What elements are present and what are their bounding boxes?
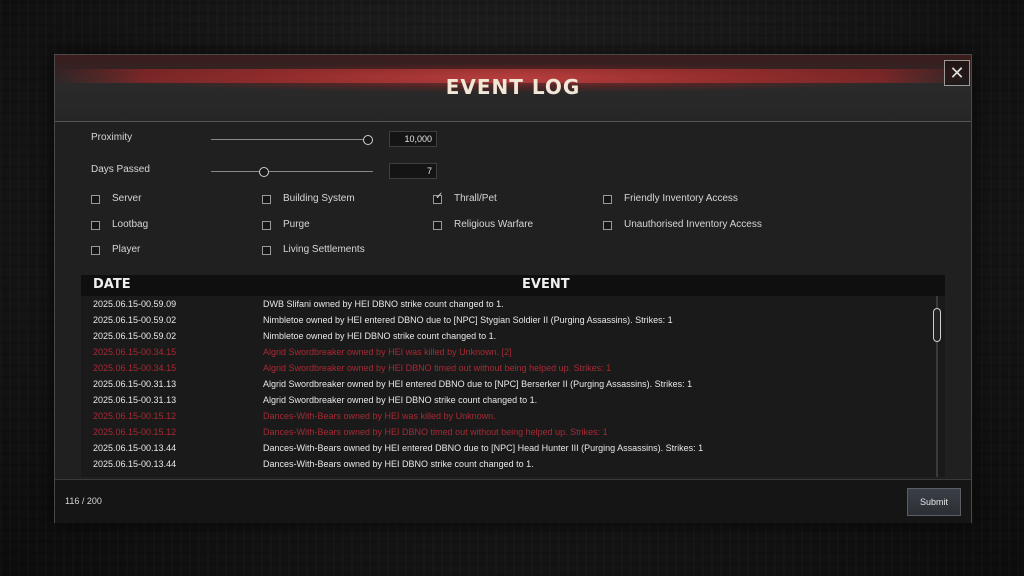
checkmark-icon: ✓ <box>435 191 444 202</box>
filter-label: Building System <box>283 193 355 204</box>
days-passed-slider[interactable] <box>211 167 373 177</box>
event-log-panel: EVENT LOG ✕ Proximity Days Passed Server… <box>54 54 972 523</box>
row-date: 2025.06.15-00.34.15 <box>93 363 177 373</box>
checkbox[interactable] <box>91 246 100 255</box>
table-row: 2025.06.15-00.59.09 DWB Slifani owned by … <box>81 296 933 312</box>
proximity-slider[interactable] <box>211 135 374 145</box>
table-header: DATE EVENT <box>81 275 945 296</box>
checkbox[interactable] <box>603 221 612 230</box>
event-count: 116 / 200 <box>65 496 102 506</box>
checkbox[interactable] <box>262 246 271 255</box>
row-date: 2025.06.15-00.31.13 <box>93 379 177 389</box>
proximity-slider-handle[interactable] <box>363 135 374 145</box>
row-event: Algrid Swordbreaker owned by HEI was kil… <box>263 347 512 357</box>
row-date: 2025.06.15-00.13.44 <box>93 459 177 469</box>
proximity-slider-row: Proximity <box>55 129 971 151</box>
checkbox[interactable] <box>433 221 442 230</box>
row-date: 2025.06.15-00.31.13 <box>93 395 177 405</box>
days-passed-slider-handle[interactable] <box>259 167 270 177</box>
checkbox[interactable] <box>91 221 100 230</box>
checkbox[interactable] <box>262 195 271 204</box>
submit-button[interactable]: Submit <box>907 488 961 516</box>
filter-label: Thrall/Pet <box>454 193 497 204</box>
scrollbar-thumb[interactable] <box>933 307 941 342</box>
proximity-label: Proximity <box>91 132 133 143</box>
table-row: 2025.06.15-00.31.13 Algrid Swordbreaker o… <box>81 392 933 408</box>
row-date: 2025.06.15-00.15.12 <box>93 411 177 421</box>
event-log-table: DATE EVENT 2025.06.15-00.59.09 DWB Slifan… <box>81 275 945 477</box>
filter-label: Player <box>112 244 141 255</box>
row-event: Dances-With-Bears owned by HEI DBNO stri… <box>263 459 534 469</box>
row-event: Dances-With-Bears owned by HEI entered D… <box>263 443 704 453</box>
table-row: 2025.06.15-00.13.44 Dances-With-Bears own… <box>81 440 933 456</box>
close-icon: ✕ <box>949 63 965 83</box>
row-date: 2025.06.15-00.13.44 <box>93 443 177 453</box>
days-passed-slider-row: Days Passed <box>55 161 971 183</box>
row-event: Dances-With-Bears owned by HEI DBNO time… <box>263 427 608 437</box>
filter-label: Unauthorised Inventory Access <box>624 219 762 230</box>
column-header-date: DATE <box>93 277 131 292</box>
row-date: 2025.06.15-00.59.02 <box>93 315 177 325</box>
filter-label: Living Settlements <box>283 244 365 255</box>
row-date: 2025.06.15-00.59.02 <box>93 331 177 341</box>
filter-label: Lootbag <box>112 219 149 230</box>
table-row: 2025.06.15-00.15.12 Dances-With-Bears own… <box>81 408 933 424</box>
table-row: 2025.06.15-00.34.15 Algrid Swordbreaker o… <box>81 344 933 360</box>
proximity-input[interactable] <box>389 131 437 147</box>
panel-header: EVENT LOG ✕ <box>55 55 971 122</box>
column-header-event: EVENT <box>522 277 570 292</box>
row-event: Algrid Swordbreaker owned by HEI entered… <box>263 379 693 389</box>
row-event: DWB Slifani owned by HEI DBNO strike cou… <box>263 299 504 309</box>
panel-title: EVENT LOG <box>445 75 581 99</box>
table-row: 2025.06.15-00.13.44 Dances-With-Bears own… <box>81 456 933 472</box>
close-button[interactable]: ✕ <box>944 60 970 86</box>
checkbox[interactable] <box>91 195 100 204</box>
row-event: Algrid Swordbreaker owned by HEI DBNO st… <box>263 395 538 405</box>
scrollbar[interactable] <box>933 296 941 477</box>
panel-footer: 116 / 200 Submit <box>55 479 971 523</box>
filter-label: Purge <box>283 219 310 230</box>
filter-label: Server <box>112 193 142 204</box>
row-event: Dances-With-Bears owned by HEI was kille… <box>263 411 496 421</box>
row-date: 2025.06.15-00.15.12 <box>93 427 177 437</box>
table-row: 2025.06.15-00.59.02 Nimbletoe owned by HE… <box>81 312 933 328</box>
days-passed-input[interactable] <box>389 163 437 179</box>
table-row: 2025.06.15-00.59.02 Nimbletoe owned by HE… <box>81 328 933 344</box>
row-event: Nimbletoe owned by HEI entered DBNO due … <box>263 315 673 325</box>
row-event: Algrid Swordbreaker owned by HEI DBNO ti… <box>263 363 612 373</box>
table-body: 2025.06.15-00.59.09 DWB Slifani owned by … <box>81 296 933 477</box>
row-event: Nimbletoe owned by HEI DBNO strike count… <box>263 331 497 341</box>
days-passed-label: Days Passed <box>91 164 150 175</box>
checkbox[interactable]: ✓ <box>433 191 443 204</box>
table-row: 2025.06.15-00.31.13 Algrid Swordbreaker o… <box>81 376 933 392</box>
table-row: 2025.06.15-00.34.15 Algrid Swordbreaker o… <box>81 360 933 376</box>
checkbox[interactable] <box>262 221 271 230</box>
filter-label: Friendly Inventory Access <box>624 193 738 204</box>
row-date: 2025.06.15-00.59.09 <box>93 299 177 309</box>
checkbox[interactable] <box>603 195 612 204</box>
row-date: 2025.06.15-00.34.15 <box>93 347 177 357</box>
filter-label: Religious Warfare <box>454 219 534 230</box>
table-row: 2025.06.15-00.15.12 Dances-With-Bears own… <box>81 424 933 440</box>
